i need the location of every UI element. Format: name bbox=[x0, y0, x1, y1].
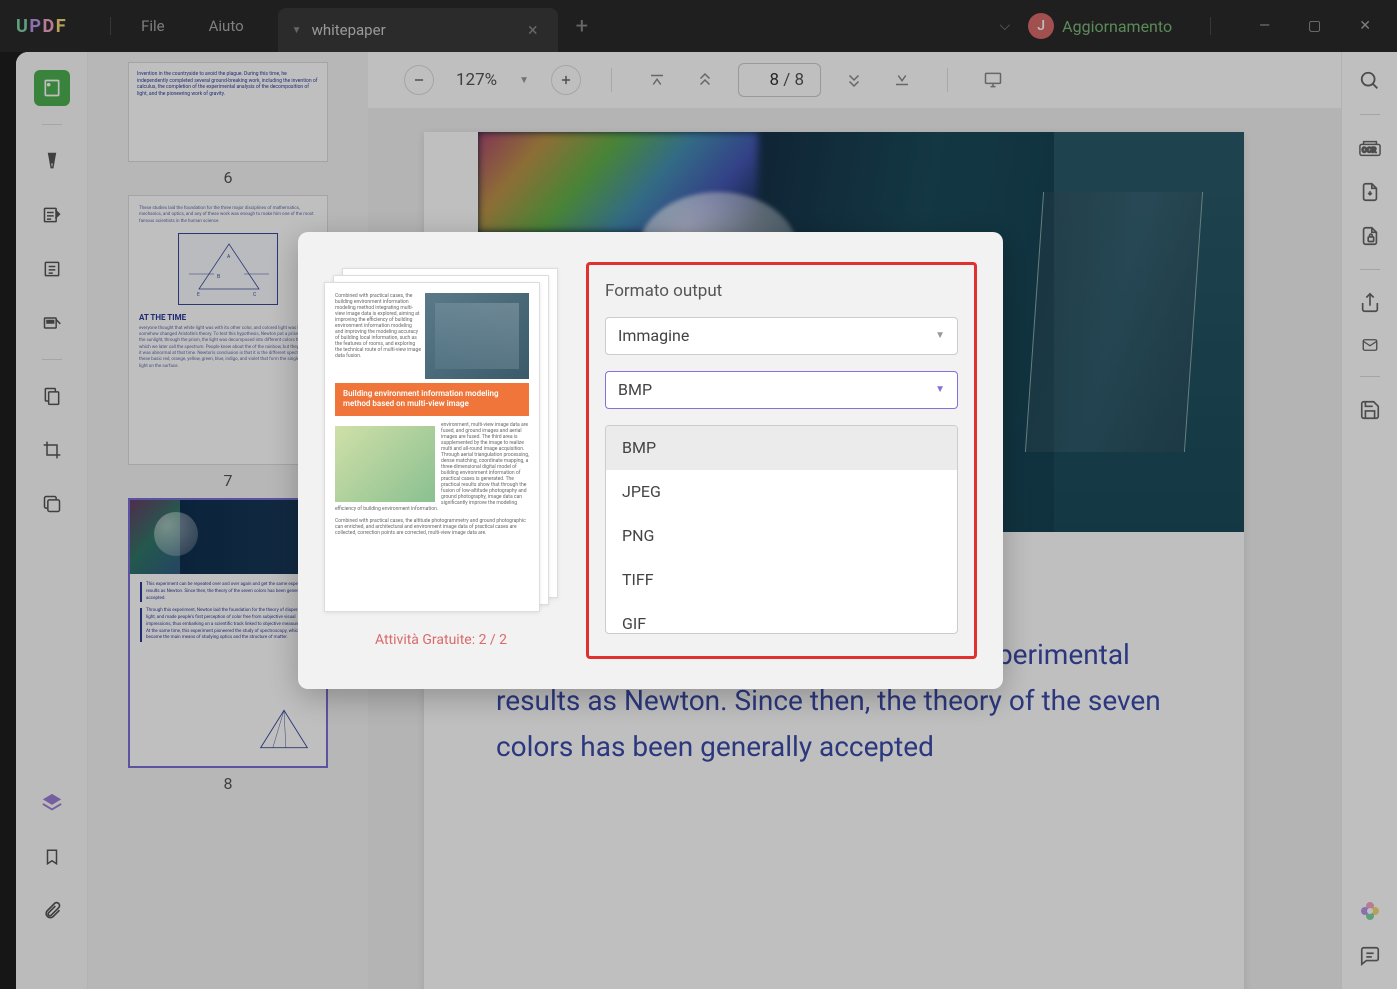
free-activity-label: Attività Gratuite: 2 / 2 bbox=[324, 632, 558, 648]
dropdown-option[interactable]: TIFF bbox=[606, 558, 957, 602]
export-modal: Combined with practical cases, the build… bbox=[298, 232, 1003, 689]
dropdown-option[interactable]: PNG bbox=[606, 514, 957, 558]
modal-overlay: Combined with practical cases, the build… bbox=[0, 0, 1397, 989]
output-format-label: Formato output bbox=[605, 281, 958, 301]
export-preview: Combined with practical cases, the build… bbox=[324, 268, 558, 618]
dropdown-option[interactable]: BMP bbox=[606, 426, 957, 470]
output-format-select[interactable]: Immagine ▼ bbox=[605, 317, 958, 355]
caret-down-icon: ▼ bbox=[935, 384, 945, 395]
image-type-select[interactable]: BMP ▼ bbox=[605, 371, 958, 409]
dropdown-option[interactable]: JPEG bbox=[606, 470, 957, 514]
image-type-dropdown: BMP JPEG PNG TIFF GIF bbox=[605, 425, 958, 634]
dropdown-option[interactable]: GIF bbox=[606, 602, 957, 634]
caret-down-icon: ▼ bbox=[935, 330, 945, 341]
export-settings-panel: Formato output Immagine ▼ BMP ▼ BMP JPEG… bbox=[586, 262, 977, 659]
